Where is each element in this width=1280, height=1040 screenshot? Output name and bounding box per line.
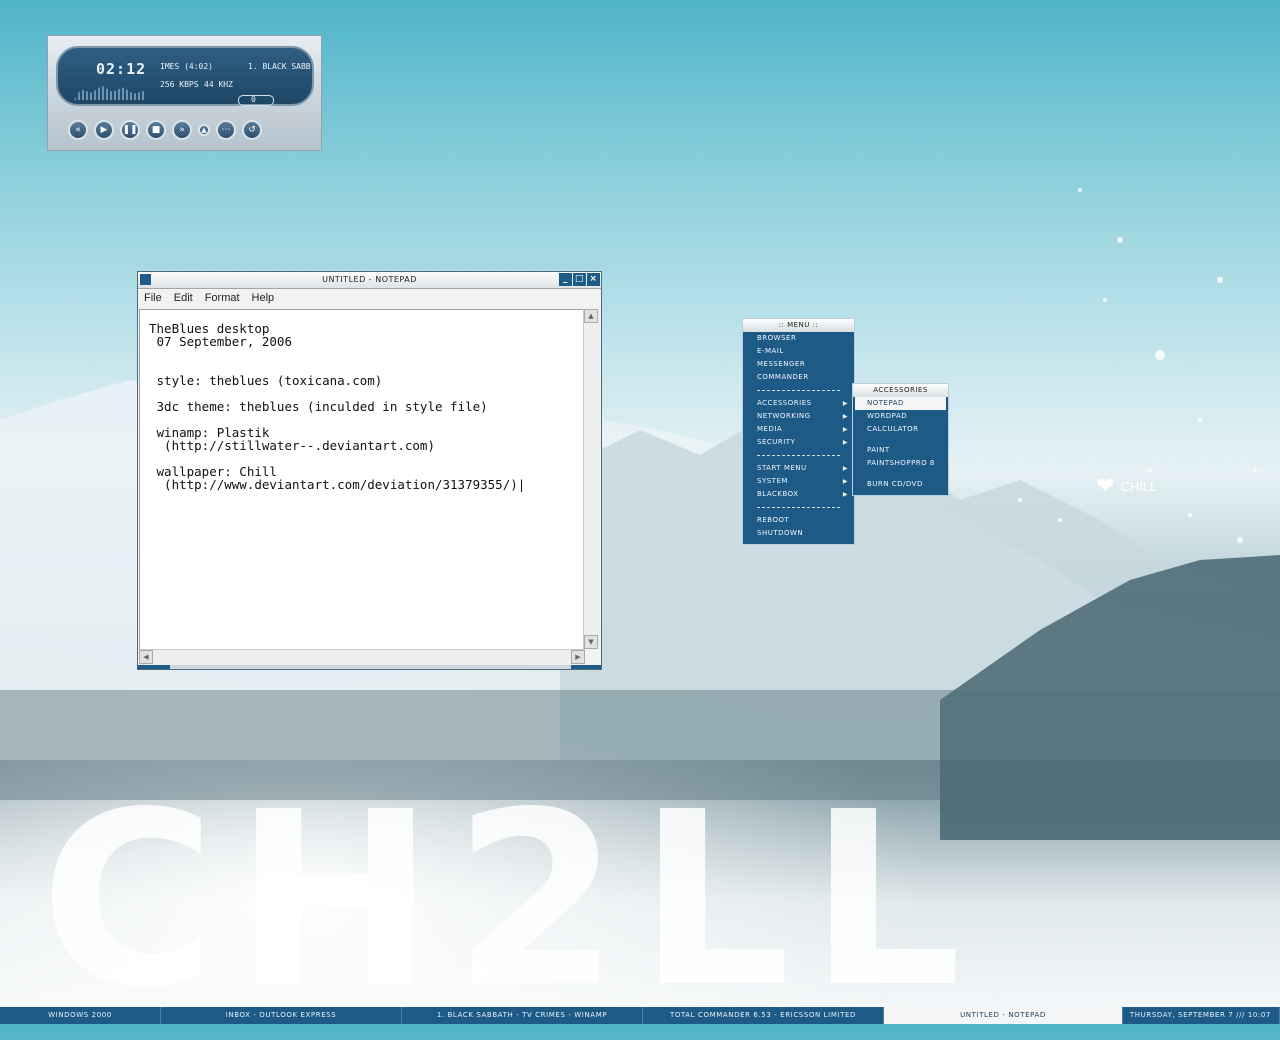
submenu-item-notepad[interactable]: NOTEPAD — [855, 397, 946, 410]
notepad-status-strip — [138, 665, 601, 669]
play-icon[interactable]: ▶ — [94, 120, 114, 140]
menu-separator — [743, 384, 854, 397]
menu-item-email[interactable]: E-MAIL — [743, 345, 854, 358]
winamp-title-scroll: IMES (4:02) — [160, 62, 213, 71]
menu-format[interactable]: Format — [199, 289, 246, 309]
menu-item-label: BLACKBOX — [757, 490, 799, 498]
submenu-item-calculator[interactable]: CALCULATOR — [853, 423, 948, 436]
menu-item-label: START MENU — [757, 464, 807, 472]
window-buttons: _ □ × — [559, 273, 600, 286]
scroll-right-icon[interactable]: ▶ — [571, 650, 585, 664]
start-menu-title: :: MENU :: — [743, 319, 854, 332]
menu-item-media[interactable]: MEDIA ▶ — [743, 423, 854, 436]
menu-item-start-menu[interactable]: START MENU ▶ — [743, 462, 854, 475]
taskbar-item-winamp[interactable]: 1. BLACK SABBATH - TV CRIMES - WINAMP — [402, 1007, 643, 1024]
menu-item-system[interactable]: SYSTEM ▶ — [743, 475, 854, 488]
submenu-gap — [853, 470, 948, 478]
pause-icon[interactable]: ❚❚ — [120, 120, 140, 140]
eject-icon[interactable]: ▲ — [198, 124, 210, 136]
submenu-arrow-icon: ▶ — [842, 413, 848, 420]
submenu-item-paintshoppro[interactable]: PAINTSHOPPRO 8 — [853, 457, 948, 470]
submenu-item-burn[interactable]: BURN CD/DVD — [853, 478, 948, 491]
winamp-seek-label: 0 — [251, 95, 256, 104]
winamp-track: 1. BLACK SABB — [248, 62, 311, 71]
menu-item-label: MEDIA — [757, 425, 783, 433]
taskbar-item-total-commander[interactable]: TOTAL COMMANDER 6.53 - ERICSSON LIMITED — [643, 1007, 884, 1024]
taskbar-item-notepad[interactable]: UNTITLED - NOTEPAD — [884, 1007, 1123, 1024]
menu-item-commander[interactable]: COMMANDER — [743, 371, 854, 384]
next-icon[interactable]: » — [172, 120, 192, 140]
winamp-seek-bar[interactable]: 0 — [238, 95, 274, 106]
scroll-left-icon[interactable]: ◀ — [139, 650, 153, 664]
submenu-arrow-icon: ▶ — [842, 491, 848, 498]
menu-item-label: ACCESSORIES — [757, 399, 812, 407]
taskbar: WINDOWS 2000 INBOX - OUTLOOK EXPRESS 1. … — [0, 1007, 1280, 1024]
menu-help[interactable]: Help — [246, 289, 281, 309]
taskbar-clock: THURSDAY, SEPTEMBER 7 /// 10:07 — [1123, 1007, 1280, 1024]
minimize-icon[interactable]: _ — [559, 273, 572, 286]
scroll-up-icon[interactable]: ▲ — [584, 309, 598, 323]
winamp-player[interactable]: 02:12 IMES (4:02) 1. BLACK SABB 256 KBPS… — [47, 35, 322, 151]
taskbar-item-outlook[interactable]: INBOX - OUTLOOK EXPRESS — [161, 1007, 402, 1024]
chill-logo: ❤ CHILL — [1096, 473, 1158, 498]
wallpaper-big-text: CH2LL — [40, 760, 980, 1040]
vertical-scrollbar[interactable]: ▲ ▼ — [583, 309, 600, 649]
winamp-controls: « ▶ ❚❚ ■ » ▲ ⋯ ↺ — [68, 120, 262, 140]
menu-item-networking[interactable]: NETWORKING ▶ — [743, 410, 854, 423]
winamp-display: 02:12 IMES (4:02) 1. BLACK SABB 256 KBPS… — [56, 46, 314, 106]
stop-icon[interactable]: ■ — [146, 120, 166, 140]
submenu-arrow-icon: ▶ — [842, 478, 848, 485]
menu-item-reboot[interactable]: REBOOT — [743, 514, 854, 527]
submenu-arrow-icon: ▶ — [842, 439, 848, 446]
heart-icon: ❤ — [1096, 473, 1115, 498]
submenu-arrow-icon: ▶ — [842, 400, 848, 407]
menu-item-browser[interactable]: BROWSER — [743, 332, 854, 345]
horizontal-scrollbar[interactable]: ◀ ▶ — [139, 649, 585, 666]
taskbar-item-windows-2000[interactable]: WINDOWS 2000 — [0, 1007, 161, 1024]
menu-separator — [743, 449, 854, 462]
menu-item-security[interactable]: SECURITY ▶ — [743, 436, 854, 449]
menu-item-label: NETWORKING — [757, 412, 811, 420]
winamp-kbps: 256 KBPS — [160, 80, 199, 89]
winamp-khz: 44 KHZ — [204, 80, 233, 89]
notepad-menubar: File Edit Format Help — [138, 289, 601, 309]
submenu-gap — [853, 436, 948, 444]
submenu-item-wordpad[interactable]: WORDPAD — [853, 410, 948, 423]
menu-separator — [743, 501, 854, 514]
start-menu[interactable]: :: MENU :: BROWSER E-MAIL MESSENGER COMM… — [742, 318, 855, 545]
repeat-icon[interactable]: ↺ — [242, 120, 262, 140]
shuffle-icon[interactable]: ⋯ — [216, 120, 236, 140]
notepad-titlebar[interactable]: UNTITLED - NOTEPAD _ □ × — [138, 272, 601, 289]
menu-item-label: SECURITY — [757, 438, 796, 446]
menu-edit[interactable]: Edit — [168, 289, 199, 309]
menu-file[interactable]: File — [138, 289, 168, 309]
menu-item-label: SYSTEM — [757, 477, 788, 485]
menu-item-blackbox[interactable]: BLACKBOX ▶ — [743, 488, 854, 501]
menu-item-messenger[interactable]: MESSENGER — [743, 358, 854, 371]
notepad-title: UNTITLED - NOTEPAD — [322, 275, 417, 284]
maximize-icon[interactable]: □ — [573, 273, 586, 286]
previous-icon[interactable]: « — [68, 120, 88, 140]
scroll-down-icon[interactable]: ▼ — [584, 635, 598, 649]
winamp-time: 02:12 — [96, 60, 147, 78]
chill-logo-text: CHILL — [1120, 478, 1158, 494]
submenu-title: ACCESSORIES — [853, 384, 948, 397]
submenu-item-paint[interactable]: PAINT — [853, 444, 948, 457]
submenu-arrow-icon: ▶ — [842, 426, 848, 433]
notepad-text-area[interactable]: TheBlues desktop 07 September, 2006 styl… — [139, 309, 585, 649]
menu-item-shutdown[interactable]: SHUTDOWN — [743, 527, 854, 540]
close-icon[interactable]: × — [587, 273, 600, 286]
submenu-arrow-icon: ▶ — [842, 465, 848, 472]
winamp-visualizer — [74, 85, 144, 100]
accessories-submenu[interactable]: ACCESSORIES NOTEPAD WORDPAD CALCULATOR P… — [852, 383, 949, 496]
menu-item-accessories[interactable]: ACCESSORIES ▶ — [743, 397, 854, 410]
notepad-window[interactable]: UNTITLED - NOTEPAD _ □ × File Edit Forma… — [137, 271, 602, 670]
